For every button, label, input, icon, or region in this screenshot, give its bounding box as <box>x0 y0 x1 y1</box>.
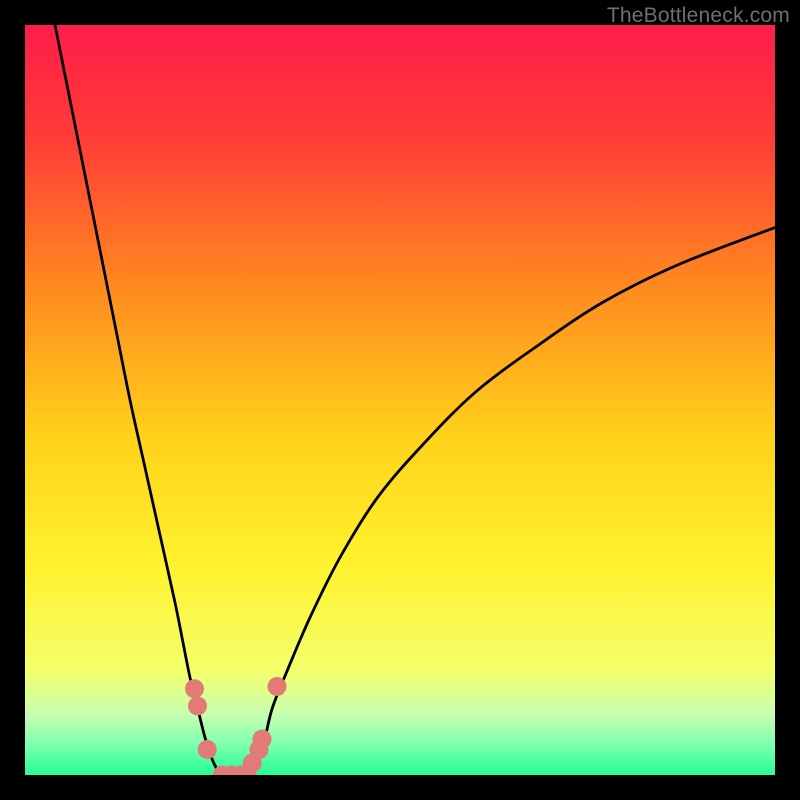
chart-svg <box>25 25 775 775</box>
gradient-background <box>25 25 775 775</box>
chart-frame: TheBottleneck.com <box>0 0 800 800</box>
data-marker <box>253 730 272 749</box>
data-marker <box>188 697 207 716</box>
data-marker <box>185 679 204 698</box>
data-marker <box>268 677 287 696</box>
data-marker <box>198 740 217 759</box>
plot-area <box>25 25 775 775</box>
